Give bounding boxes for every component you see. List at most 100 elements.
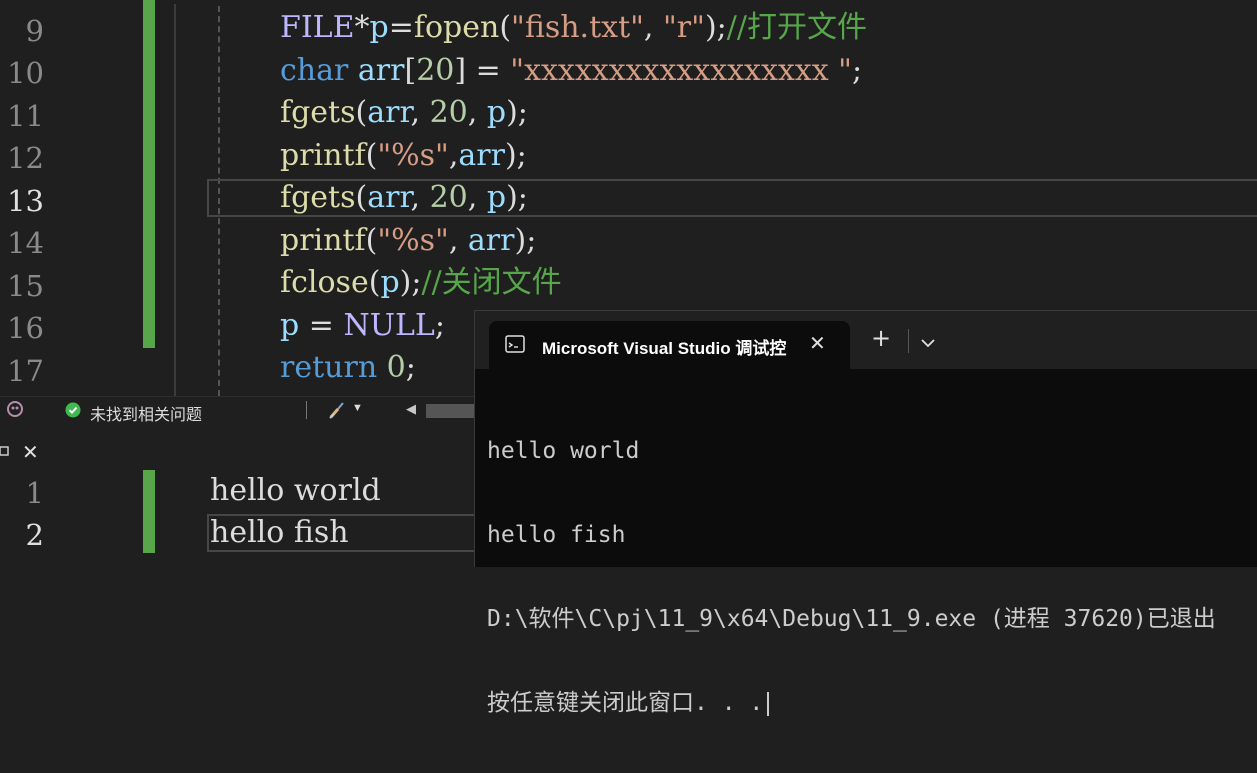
chevron-down-icon[interactable] [921, 333, 935, 348]
code-token: , [467, 180, 487, 215]
code-line[interactable]: char arr[20] = "xxxxxxxxxxxxxxxxxx "; [280, 50, 862, 92]
code-token: //关闭文件 [421, 265, 562, 300]
code-token: p [380, 265, 400, 300]
code-token: 20 [429, 180, 468, 215]
code-token: ( [499, 10, 512, 45]
code-token: fgets [280, 95, 356, 130]
line-number: 11 [7, 99, 44, 133]
code-token: p [280, 308, 300, 343]
line-number: 14 [7, 226, 44, 260]
code-token: p [486, 180, 507, 215]
terminal-line: hello world [487, 438, 640, 464]
line-number: 15 [7, 269, 44, 303]
scroll-left-icon[interactable]: ◀ [406, 401, 416, 417]
code-token: ( [365, 223, 378, 258]
debug-console-window[interactable]: Microsoft Visual Studio 调试控 ✕ + hello wo… [474, 310, 1257, 716]
cleanup-brush-icon[interactable] [328, 400, 348, 425]
code-token: , [643, 10, 663, 45]
code-token: ] = [454, 53, 511, 88]
terminal-line: 按任意键关闭此窗口. . . [487, 689, 1257, 717]
code-line[interactable]: printf("%s", arr); [280, 220, 536, 262]
line-number: 16 [7, 311, 44, 345]
code-token: ; [851, 53, 863, 88]
terminal-titlebar: Microsoft Visual Studio 调试控 ✕ + [475, 311, 1257, 369]
divider [908, 329, 909, 353]
code-line[interactable]: return 0; [280, 347, 416, 389]
terminal-tab-title: Microsoft Visual Studio 调试控 [542, 339, 787, 358]
code-token: [ [404, 53, 417, 88]
text-line[interactable]: hello world [210, 470, 381, 512]
chevron-down-icon[interactable]: ▼ [352, 402, 363, 414]
code-token: , [448, 138, 459, 173]
code-token: ( [355, 180, 368, 215]
line-number-active: 2 [25, 518, 44, 552]
pin-icon[interactable] [0, 444, 12, 458]
terminal-line: D:\软件\C\pj\11_9\x64\Debug\11_9.exe (进程 3… [487, 606, 1216, 632]
code-token: "%s" [377, 223, 449, 258]
code-token: ( [355, 95, 368, 130]
code-line[interactable]: FILE*p=fopen("fish.txt", "r");//打开文件 [280, 7, 867, 49]
terminal-output[interactable]: hello world hello fish D:\软件\C\pj\11_9\x… [487, 381, 1257, 773]
code-token: ); [399, 265, 422, 300]
text-cursor [767, 691, 770, 716]
code-token: , [448, 223, 468, 258]
horizontal-scrollbar[interactable] [426, 404, 480, 418]
close-icon[interactable]: ✕ [809, 331, 826, 355]
code-token: "fish.txt" [511, 10, 644, 45]
divider [306, 401, 307, 419]
change-marker-bar [143, 0, 155, 348]
code-token: fgets [280, 180, 356, 215]
line-number: 1 [25, 476, 44, 510]
line-number: 9 [25, 14, 44, 48]
code-token: , [410, 180, 430, 215]
code-token: = [388, 10, 414, 45]
code-token: ); [704, 10, 727, 45]
code-token: "r" [663, 10, 705, 45]
new-tab-button[interactable]: + [871, 325, 891, 351]
code-token: , [467, 95, 487, 130]
code-token: char [280, 53, 358, 88]
code-token: arr [467, 223, 515, 258]
code-token: ); [504, 138, 527, 173]
fold-margin-line [174, 4, 176, 396]
code-line[interactable]: printf("%s",arr); [280, 135, 527, 177]
text-line[interactable]: hello fish [210, 512, 349, 554]
code-line[interactable]: p = NULL; [280, 305, 445, 347]
code-token: ); [514, 223, 537, 258]
copilot-icon[interactable] [6, 400, 24, 418]
code-token: ); [506, 95, 528, 130]
code-token: arr [367, 180, 411, 215]
terminal-tab[interactable]: Microsoft Visual Studio 调试控 ✕ [489, 321, 850, 369]
code-token: ( [368, 265, 381, 300]
code-token: , [410, 95, 430, 130]
output-panel-header: ✕ [0, 436, 480, 468]
code-token: NULL [343, 308, 435, 343]
code-token: "%s" [377, 138, 449, 173]
close-icon[interactable]: ✕ [22, 440, 39, 464]
issues-status-text[interactable]: 未找到相关问题 [90, 401, 202, 425]
line-number: 17 [7, 354, 44, 388]
terminal-line: hello fish [487, 522, 626, 548]
code-token: p [369, 10, 389, 45]
code-token: arr [458, 138, 505, 173]
line-number: 10 [7, 56, 44, 90]
console-app-icon [505, 335, 525, 353]
code-token: = [299, 308, 344, 343]
code-line-active[interactable]: fgets(arr, 20, p); [280, 177, 528, 219]
code-line[interactable]: fgets(arr, 20, p); [280, 92, 528, 134]
code-token: arr [357, 53, 405, 88]
code-token: 0 [386, 350, 406, 385]
editor-status-bar: 未找到相关问题 ▼ ◀ [0, 396, 480, 425]
code-token: ); [506, 180, 528, 215]
code-token: fopen [413, 10, 500, 45]
line-number: 12 [7, 141, 44, 175]
line-number-active: 13 [7, 184, 44, 218]
code-token: fclose [280, 265, 369, 300]
code-line[interactable]: fclose(p);//关闭文件 [280, 262, 562, 304]
terminal-prompt-text: 按任意键关闭此窗口. . . [487, 690, 764, 716]
output-file-preview[interactable]: 1 2 hello world hello fish [0, 470, 480, 566]
code-token: printf [280, 138, 366, 173]
change-marker-bar [143, 470, 155, 553]
code-token: 20 [416, 53, 455, 88]
code-token: FILE [280, 10, 355, 45]
